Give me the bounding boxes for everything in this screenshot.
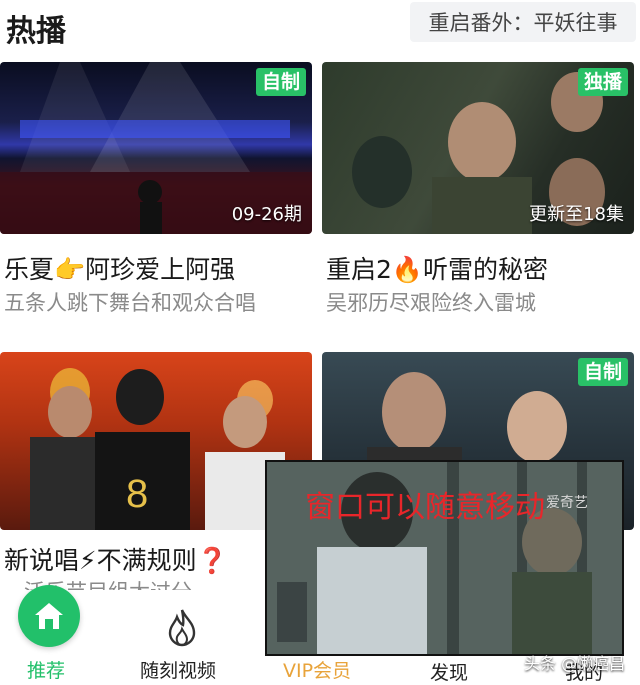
floating-video-window[interactable]: 窗口可以随意移动 爱奇艺 [265, 460, 624, 656]
card-subtitle-2: 吴邪历尽艰险终入雷城 [326, 291, 536, 315]
section-title: 热播 [6, 14, 66, 49]
card-title-3[interactable]: 新说唱⚡不满规则❓ [4, 541, 228, 577]
lightning-icon: ⚡ [79, 546, 97, 575]
iqiyi-logo: 爱奇艺 [546, 495, 588, 511]
nav-label-discover-video[interactable]: 随刻视频 [140, 656, 216, 683]
title-text: 阿珍爱上阿强 [85, 255, 236, 284]
video-thumbnail-1[interactable]: 自制 09-26期 [0, 62, 312, 234]
title-text: 听雷的秘密 [423, 255, 549, 284]
promo-link[interactable]: 重启番外：平妖往事 [410, 2, 636, 42]
watermark: 头条 @懒癌昌 [524, 654, 626, 673]
badge-original: 自制 [255, 68, 306, 96]
home-icon [35, 603, 63, 629]
title-text: 不满规则 [96, 546, 197, 575]
badge-exclusive: 独播 [577, 68, 628, 96]
pointing-hand-icon: 👉 [54, 255, 86, 284]
svg-text:8: 8 [126, 472, 148, 516]
card-title-2[interactable]: 重启2🔥听雷的秘密 [326, 250, 548, 286]
nav-label-vip[interactable]: VIP会员 [283, 656, 351, 683]
question-icon: ❓ [196, 546, 228, 575]
badge-original: 自制 [577, 358, 628, 386]
title-text: 重启2 [326, 255, 392, 284]
promo-text: 重启番外：平妖往事 [428, 11, 618, 35]
flame-icon[interactable] [164, 607, 200, 651]
episode-count: 更新至18集 [529, 204, 624, 225]
title-text: 新说唱 [4, 546, 80, 575]
card-subtitle-1: 五条人跳下舞台和观众合唱 [4, 291, 256, 315]
video-thumbnail-2[interactable]: 独播 更新至18集 [322, 62, 634, 234]
fire-icon: 🔥 [391, 255, 424, 284]
episode-date: 09-26期 [231, 204, 302, 225]
nav-label-home[interactable]: 推荐 [27, 656, 65, 683]
pip-overlay-text: 窗口可以随意移动 [305, 490, 545, 525]
nav-home-button[interactable] [18, 585, 80, 647]
card-title-1[interactable]: 乐夏👉阿珍爱上阿强 [4, 250, 235, 286]
title-text: 乐夏 [4, 255, 55, 284]
